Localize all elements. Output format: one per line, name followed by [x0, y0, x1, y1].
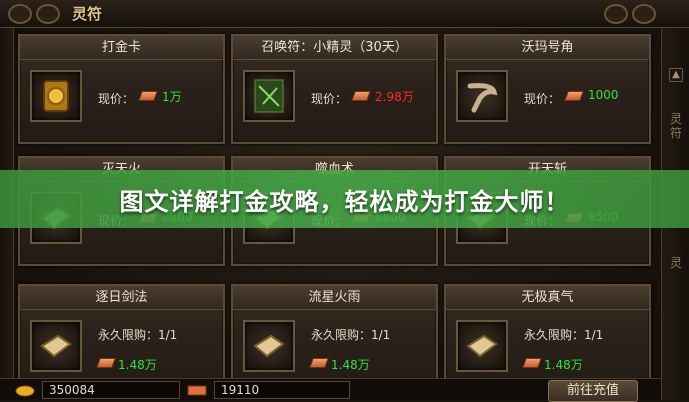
ingot-icon	[351, 91, 371, 101]
gold-card-icon	[43, 80, 69, 112]
item-price: 1.48万	[331, 358, 370, 372]
ingot-icon	[309, 358, 329, 368]
item-price: 1.48万	[118, 358, 157, 372]
item-slot[interactable]	[30, 320, 82, 372]
gold-amount: 350084	[42, 381, 180, 399]
side-tab-label[interactable]: 灵符	[667, 112, 685, 140]
banner-text: 图文详解打金攻略，轻松成为打金大师！	[119, 188, 570, 216]
item-slot[interactable]	[243, 320, 295, 372]
item-title: 逐日剑法	[20, 286, 223, 310]
limit-label: 永久限购：1/1	[524, 328, 604, 342]
side-tab-label[interactable]: 灵	[667, 256, 685, 270]
ornament-icon	[8, 4, 32, 24]
title-bar: 灵符	[0, 0, 689, 28]
item-slot[interactable]	[456, 70, 508, 122]
price-label: 现价：	[311, 92, 348, 106]
item-price: 1.48万	[544, 358, 583, 372]
close-icon[interactable]	[632, 4, 656, 24]
item-title: 沃玛号角	[446, 36, 649, 60]
item-slot[interactable]	[456, 320, 508, 372]
ingot-icon	[138, 91, 158, 101]
price-label: 现价：	[98, 92, 135, 106]
limit-label: 永久限购：1/1	[98, 328, 178, 342]
game-window: 灵符 ▲ 灵符 灵 打金卡 现价： 1万 召唤符：小精灵（30天） 现价： 2.…	[0, 0, 689, 402]
window-title: 灵符	[72, 5, 103, 23]
skill-book-icon	[253, 334, 285, 358]
skill-book-icon	[466, 334, 498, 358]
item-title: 流星火雨	[233, 286, 436, 310]
item-slot[interactable]	[30, 70, 82, 122]
ingot-icon	[564, 91, 584, 101]
ingot-icon	[187, 385, 207, 396]
limit-label: 永久限购：1/1	[311, 328, 391, 342]
item-slot[interactable]	[243, 70, 295, 122]
ingot-icon	[96, 358, 116, 368]
ingot-icon	[522, 358, 542, 368]
item-title: 召唤符：小精灵（30天）	[233, 36, 436, 60]
ornament-icon	[36, 4, 60, 24]
recharge-button[interactable]: 前往充值	[548, 380, 638, 402]
shop-item-card[interactable]: 打金卡 现价： 1万	[18, 34, 225, 144]
shop-item-card[interactable]: 沃玛号角 现价： 1000	[444, 34, 651, 144]
gold-coin-icon	[15, 385, 35, 397]
shop-item-card[interactable]: 召唤符：小精灵（30天） 现价： 2.98万	[231, 34, 438, 144]
item-price: 1000	[588, 88, 619, 102]
promo-banner: 图文详解打金攻略，轻松成为打金大师！	[0, 170, 689, 228]
horn-icon	[467, 83, 498, 113]
skill-book-icon	[40, 334, 72, 358]
price-label: 现价：	[524, 92, 561, 106]
ingot-amount: 19110	[214, 381, 350, 399]
item-title: 打金卡	[20, 36, 223, 60]
summon-talisman-icon	[254, 79, 284, 113]
scroll-up-icon[interactable]: ▲	[669, 68, 683, 82]
item-price: 1万	[162, 90, 182, 104]
item-price: 2.98万	[375, 90, 414, 104]
ornament-icon	[604, 4, 628, 24]
item-title: 无极真气	[446, 286, 649, 310]
